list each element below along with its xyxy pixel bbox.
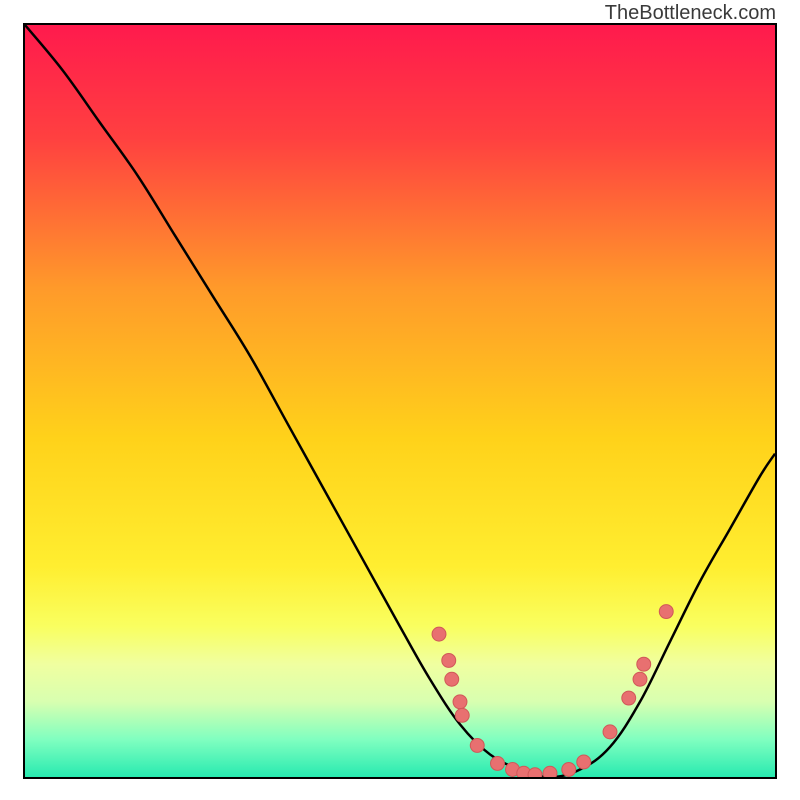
chart-container: TheBottleneck.com [0, 0, 800, 800]
data-marker [633, 672, 647, 686]
data-marker [543, 766, 557, 777]
data-marker [637, 657, 651, 671]
data-marker [455, 708, 469, 722]
plot-area [23, 23, 777, 779]
data-marker [432, 627, 446, 641]
data-marker [442, 653, 456, 667]
data-marker [528, 768, 542, 777]
bottleneck-curve [25, 25, 775, 777]
data-marker [470, 738, 484, 752]
data-marker [491, 756, 505, 770]
data-marker [562, 763, 576, 777]
data-markers [432, 605, 673, 777]
data-marker [659, 605, 673, 619]
data-marker [453, 695, 467, 709]
curve-layer [25, 25, 775, 777]
data-marker [622, 691, 636, 705]
data-marker [603, 725, 617, 739]
watermark-text: TheBottleneck.com [605, 2, 776, 25]
data-marker [577, 755, 591, 769]
data-marker [445, 672, 459, 686]
